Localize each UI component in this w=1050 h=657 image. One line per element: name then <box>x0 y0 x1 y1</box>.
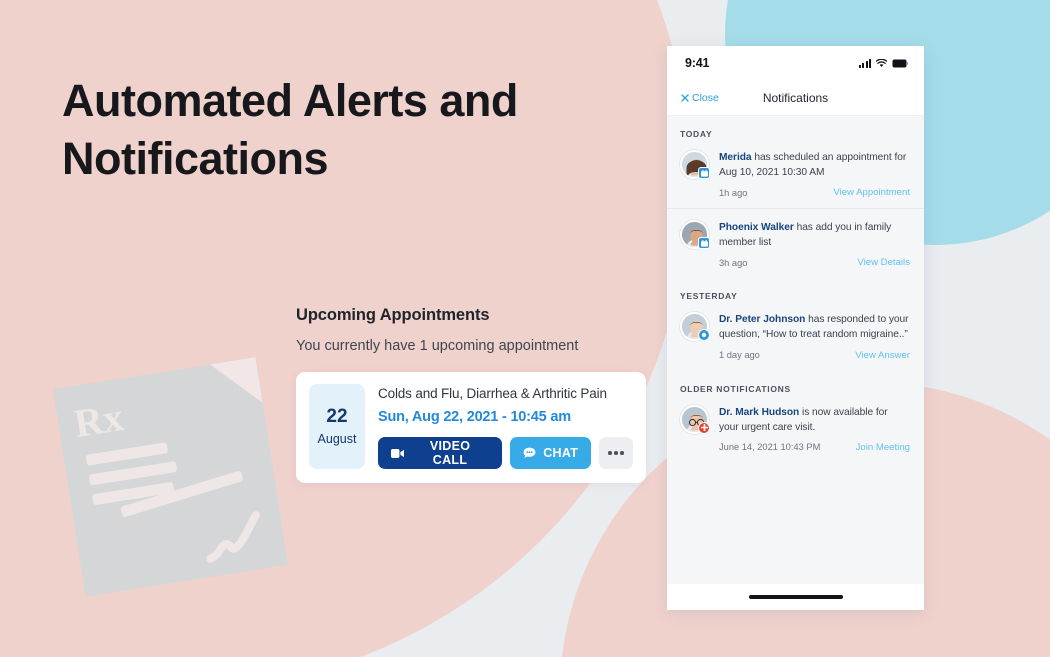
home-indicator <box>748 595 843 599</box>
notification-meta: 1 day ago View Answer <box>719 350 910 361</box>
phone-mockup: 9:41 Close Notifications TODAY Merida ha… <box>667 46 924 610</box>
battery-full-icon <box>892 59 909 67</box>
home-indicator-area <box>667 584 924 610</box>
close-label: Close <box>692 91 719 104</box>
notification-sender: Merida <box>719 152 752 163</box>
notification-meta: 1h ago View Appointment <box>719 187 910 198</box>
chat-button[interactable]: CHAT <box>510 437 592 469</box>
appointment-card[interactable]: 22 August Colds and Flu, Diarrhea & Arth… <box>296 372 646 483</box>
notification-sender: Dr. Peter Johnson <box>719 314 806 326</box>
notification-action-button[interactable]: View Answer <box>855 350 910 361</box>
status-bar: 9:41 <box>667 46 924 80</box>
notification-body: Phoenix Walker has add you in family mem… <box>719 220 910 268</box>
appointments-heading: Upcoming Appointments <box>296 306 490 324</box>
notification-time: 1h ago <box>719 187 748 198</box>
notification-time: 1 day ago <box>719 350 760 361</box>
notification-action-button[interactable]: View Appointment <box>833 187 910 198</box>
appointment-details: Colds and Flu, Diarrhea & Arthritic Pain… <box>378 384 633 469</box>
chat-label: CHAT <box>543 446 579 460</box>
signature-icon <box>206 511 261 563</box>
notification-action-button[interactable]: View Details <box>857 257 910 268</box>
notification-time: 3h ago <box>719 257 748 268</box>
cross-icon <box>700 424 708 432</box>
video-call-label: VIDEO CALL <box>429 439 471 467</box>
dot-icon <box>608 451 612 455</box>
notification-text: Phoenix Walker has add you in family mem… <box>719 220 910 250</box>
notification-text: Merida has scheduled an appointment for … <box>719 150 910 180</box>
notification-body: Dr. Peter Johnson has responded to your … <box>719 312 910 360</box>
rx-symbol-icon: Rx <box>70 393 127 447</box>
page-root: Rx Automated Alerts and Notifications Up… <box>0 0 1050 657</box>
avatar <box>680 220 710 250</box>
notification-meta: 3h ago View Details <box>719 257 910 268</box>
notification-action-button[interactable]: Join Meeting <box>856 442 910 453</box>
family-members-badge-icon <box>698 237 710 250</box>
status-time: 9:41 <box>685 56 710 70</box>
notification-item[interactable]: Dr. Peter Johnson has responded to your … <box>667 308 924 370</box>
appointment-datetime: Sun, Aug 22, 2021 - 10:45 am <box>378 409 571 425</box>
dot-icon <box>614 451 618 455</box>
notifications-section-header: YESTERDAY <box>680 291 738 302</box>
appointment-actions: VIDEO CALL CHAT <box>378 437 633 469</box>
prescription-illustration: Rx <box>52 357 289 597</box>
appointment-reason: Colds and Flu, Diarrhea & Arthritic Pain <box>378 386 607 401</box>
chat-bubble-icon <box>523 447 536 458</box>
notifications-list[interactable]: TODAY Merida has scheduled an appointmen… <box>667 116 924 584</box>
notification-body: Merida has scheduled an appointment for … <box>719 150 910 198</box>
message-badge-icon <box>698 329 710 342</box>
close-x-icon <box>681 93 689 102</box>
upcoming-appointments-section: Upcoming Appointments You currently have… <box>296 306 646 483</box>
avatar <box>680 404 710 434</box>
phone-header: Close Notifications <box>667 80 924 116</box>
notification-sender: Phoenix Walker <box>719 222 794 234</box>
appointment-day: 22 <box>326 406 348 427</box>
paper-fold-corner <box>209 357 263 410</box>
notification-time: June 14, 2021 10:43 PM <box>719 442 821 453</box>
notification-text: Dr. Mark Hudson is now available for you… <box>719 405 910 435</box>
video-camera-icon <box>391 448 404 458</box>
appointment-date-badge: 22 August <box>309 384 365 469</box>
avatar <box>680 312 710 342</box>
glyph-icon <box>700 239 708 247</box>
appointments-subheading: You currently have 1 upcoming appointmen… <box>296 338 579 354</box>
avatar <box>680 150 710 179</box>
dot-icon <box>620 451 624 455</box>
notification-item[interactable]: Dr. Mark Hudson is now available for you… <box>667 401 924 463</box>
wifi-icon <box>876 58 887 67</box>
notification-sender: Dr. Mark Hudson <box>719 406 800 418</box>
notification-text: Dr. Peter Johnson has responded to your … <box>719 312 910 342</box>
notifications-section-header: OLDER NOTIFICATIONS <box>680 383 791 394</box>
notification-meta: June 14, 2021 10:43 PM Join Meeting <box>719 442 910 453</box>
appointment-month: August <box>317 432 357 446</box>
calendar-badge-icon <box>698 167 710 179</box>
video-call-button[interactable]: VIDEO CALL <box>378 437 503 469</box>
glyph-icon <box>700 169 708 177</box>
dot-icon <box>701 333 707 338</box>
cellular-signal-icon <box>858 58 871 68</box>
notification-item[interactable]: Merida has scheduled an appointment for … <box>667 146 924 208</box>
medical-cross-badge-icon <box>698 421 710 434</box>
notifications-section-header: TODAY <box>680 129 713 139</box>
status-icons <box>858 58 910 68</box>
close-button[interactable]: Close <box>681 92 719 104</box>
notification-item[interactable]: Phoenix Walker has add you in family mem… <box>667 208 924 278</box>
page-title: Automated Alerts and Notifications <box>62 75 518 185</box>
more-options-button[interactable] <box>599 437 633 469</box>
notification-body: Dr. Mark Hudson is now available for you… <box>719 405 910 453</box>
